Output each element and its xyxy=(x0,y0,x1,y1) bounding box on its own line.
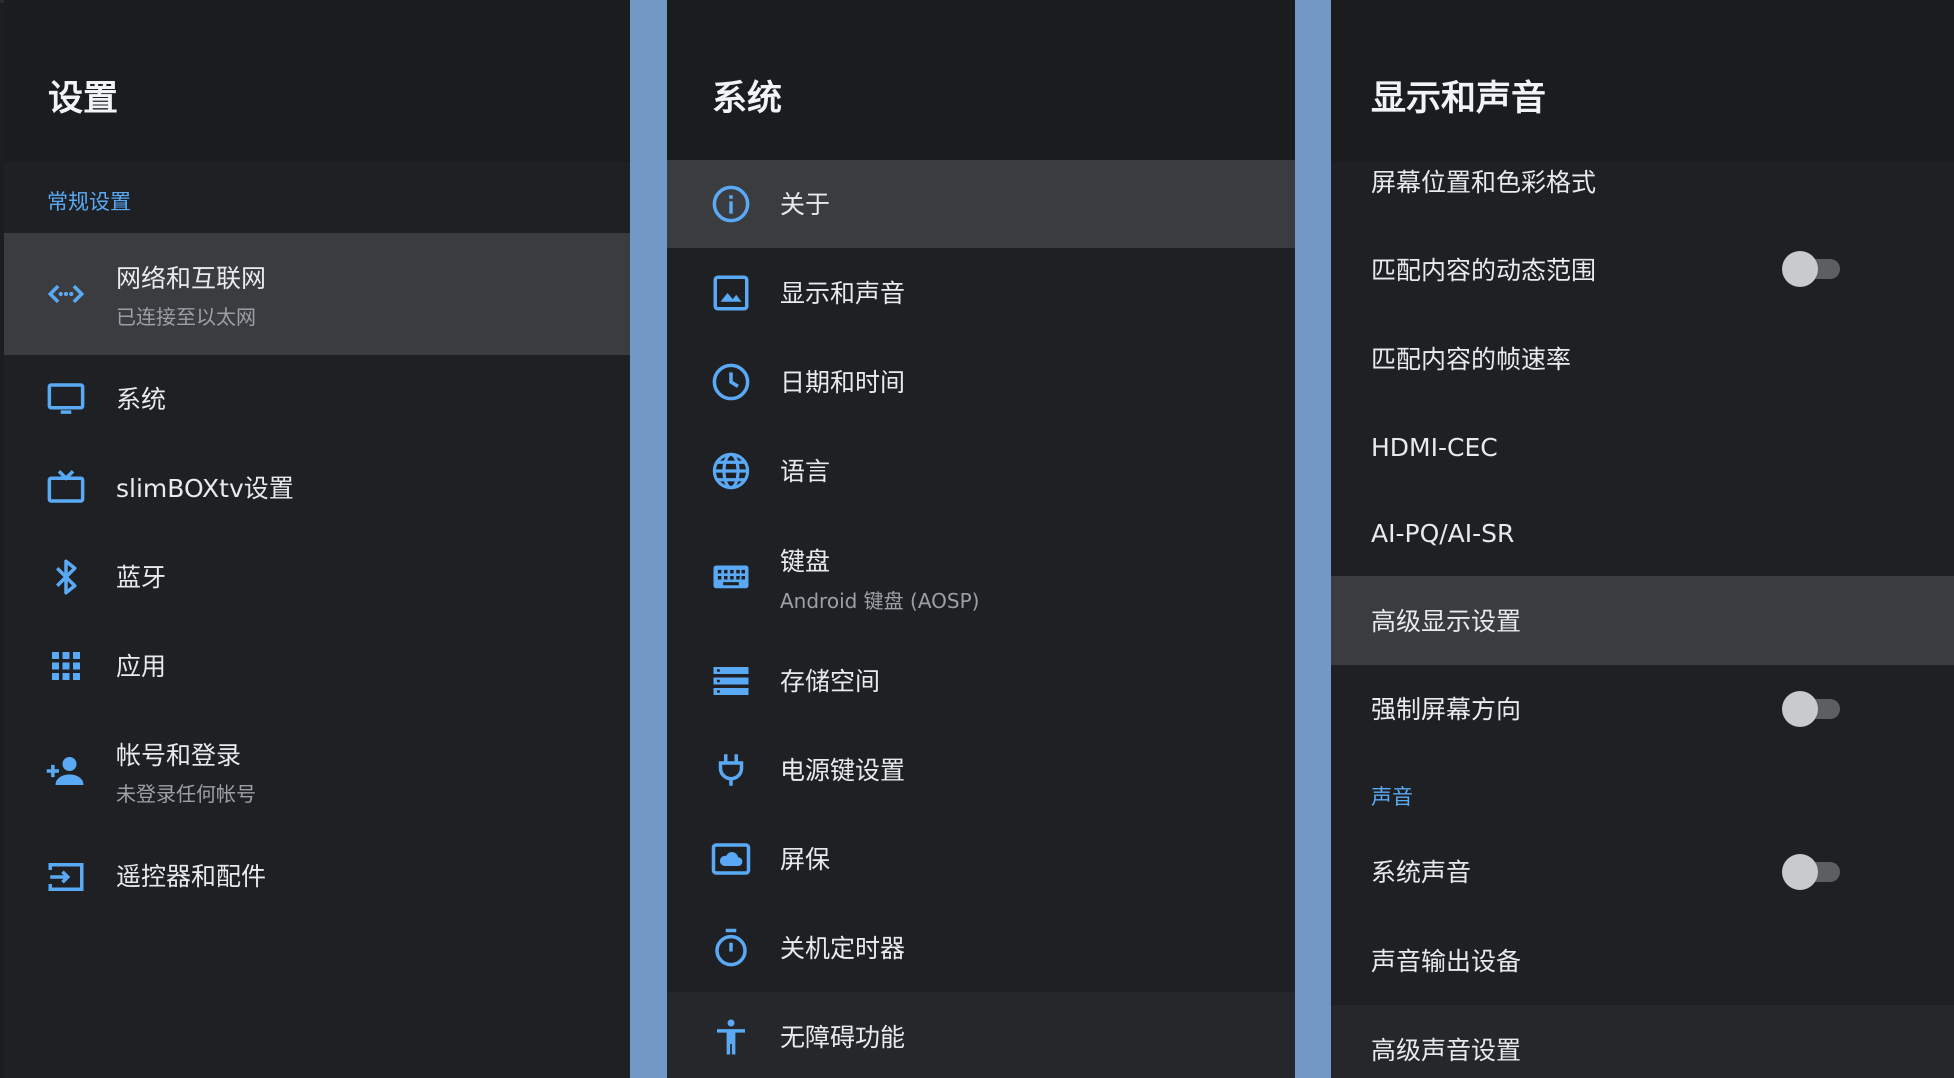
system-item-label: 存储空间 xyxy=(780,667,881,696)
system-item-label: 无障碍功能 xyxy=(780,1023,906,1052)
display-sound-panel: 显示和声音 屏幕位置和色彩格式 匹配内容的动态范围 匹配内容的帧速率 HDMI-… xyxy=(1331,0,1954,1078)
display-item-hdmi-cec[interactable]: HDMI-CEC xyxy=(1331,402,1954,490)
bluetooth-icon xyxy=(45,556,87,598)
system-item-power-button[interactable]: 电源键设置 xyxy=(667,725,1295,814)
display-item-label: 匹配内容的动态范围 xyxy=(1371,256,1597,285)
display-item-screen-position[interactable]: 屏幕位置和色彩格式 xyxy=(1331,162,1954,216)
add-person-icon xyxy=(45,750,87,792)
system-item-storage[interactable]: 存储空间 xyxy=(667,637,1295,725)
system-item-date-time[interactable]: 日期和时间 xyxy=(667,337,1295,426)
monitor-icon xyxy=(45,378,87,420)
sound-item-label: 声音输出设备 xyxy=(1371,947,1522,976)
settings-screen: 设置 常规设置 网络和互联网 已连接至以太网 系统 slimBOXtv设置 蓝牙… xyxy=(0,0,1954,1078)
accessibility-icon xyxy=(710,1016,752,1058)
toggle-thumb xyxy=(1782,251,1818,287)
system-item-about[interactable]: 关于 xyxy=(667,160,1295,248)
display-item-ai-pq[interactable]: AI-PQ/AI-SR xyxy=(1331,490,1954,576)
apps-grid-icon xyxy=(45,645,87,687)
system-item-keyboard[interactable]: 键盘 Android 键盘 (AOSP) xyxy=(667,515,1295,637)
page-title: 显示和声音 xyxy=(1371,79,1547,119)
image-icon xyxy=(710,272,752,314)
section-sound: 声音 xyxy=(1371,785,1413,809)
settings-panel: 设置 常规设置 网络和互联网 已连接至以太网 系统 slimBOXtv设置 蓝牙… xyxy=(4,0,630,1078)
sound-item-output-device[interactable]: 声音输出设备 xyxy=(1331,916,1954,1005)
display-item-label: 高级显示设置 xyxy=(1371,607,1522,636)
panel-divider-right xyxy=(1295,0,1331,1078)
settings-item-remotes[interactable]: 遥控器和配件 xyxy=(4,832,630,920)
system-item-language[interactable]: 语言 xyxy=(667,426,1295,515)
force-orientation-toggle[interactable] xyxy=(1782,691,1844,727)
panel-divider-left xyxy=(630,0,667,1078)
settings-item-system[interactable]: 系统 xyxy=(4,355,630,443)
system-sounds-toggle[interactable] xyxy=(1782,854,1844,890)
settings-item-subtitle: 已连接至以太网 xyxy=(116,305,256,329)
toggle-thumb xyxy=(1782,854,1818,890)
sound-item-system-sounds[interactable]: 系统声音 xyxy=(1331,828,1954,916)
system-item-label: 语言 xyxy=(780,457,831,486)
settings-item-label: 遥控器和配件 xyxy=(116,862,267,891)
settings-item-network[interactable]: 网络和互联网 已连接至以太网 xyxy=(4,233,630,355)
system-panel: 系统 关于 显示和声音 日期和时间 语言 键盘 Android 键盘 (AOSP… xyxy=(667,0,1295,1078)
keyboard-icon xyxy=(710,555,752,597)
page-title: 设置 xyxy=(48,79,119,119)
toggle-thumb xyxy=(1782,691,1818,727)
settings-item-label: 帐号和登录 xyxy=(116,741,242,770)
system-header: 系统 xyxy=(667,0,1295,160)
system-item-label: 显示和声音 xyxy=(780,279,906,308)
tv-icon xyxy=(45,466,87,508)
display-item-force-orientation[interactable]: 强制屏幕方向 xyxy=(1331,665,1954,753)
display-item-label: 匹配内容的帧速率 xyxy=(1371,345,1572,374)
input-icon xyxy=(45,856,87,898)
network-icon xyxy=(45,273,87,315)
system-item-label: 关机定时器 xyxy=(780,934,906,963)
settings-item-subtitle: 未登录任何帐号 xyxy=(116,782,256,806)
timer-icon xyxy=(710,927,752,969)
power-plug-icon xyxy=(710,749,752,791)
settings-item-label: 应用 xyxy=(116,652,167,681)
display-item-frame-rate[interactable]: 匹配内容的帧速率 xyxy=(1331,314,1954,402)
system-item-subtitle: Android 键盘 (AOSP) xyxy=(780,589,980,613)
settings-item-apps[interactable]: 应用 xyxy=(4,621,630,710)
storage-icon xyxy=(710,660,752,702)
dynamic-range-toggle[interactable] xyxy=(1782,251,1844,287)
settings-item-slimboxtv[interactable]: slimBOXtv设置 xyxy=(4,443,630,532)
system-item-display-sound[interactable]: 显示和声音 xyxy=(667,248,1295,337)
display-sound-header: 显示和声音 xyxy=(1331,0,1954,162)
screensaver-icon xyxy=(710,838,752,880)
settings-item-label: 蓝牙 xyxy=(116,563,167,592)
display-item-label: 屏幕位置和色彩格式 xyxy=(1371,168,1597,197)
settings-item-label: 网络和互联网 xyxy=(116,264,267,293)
sound-item-label: 高级声音设置 xyxy=(1371,1036,1522,1065)
display-item-dynamic-range[interactable]: 匹配内容的动态范围 xyxy=(1331,226,1954,314)
settings-item-bluetooth[interactable]: 蓝牙 xyxy=(4,532,630,621)
system-item-label: 关于 xyxy=(780,190,831,219)
system-item-label: 电源键设置 xyxy=(780,756,906,785)
info-icon xyxy=(710,183,752,225)
system-item-label: 日期和时间 xyxy=(780,368,906,397)
page-title: 系统 xyxy=(712,79,783,119)
globe-icon xyxy=(710,450,752,492)
system-item-label: 键盘 xyxy=(780,547,831,576)
display-item-label: AI-PQ/AI-SR xyxy=(1371,519,1515,548)
display-item-label: 强制屏幕方向 xyxy=(1371,695,1522,724)
system-item-shutdown-timer[interactable]: 关机定时器 xyxy=(667,903,1295,992)
settings-item-label: 系统 xyxy=(116,385,167,414)
system-item-accessibility[interactable]: 无障碍功能 xyxy=(667,992,1295,1078)
system-item-screensaver[interactable]: 屏保 xyxy=(667,814,1295,903)
system-item-label: 屏保 xyxy=(780,845,831,874)
clock-icon xyxy=(710,361,752,403)
settings-item-label: slimBOXtv设置 xyxy=(116,474,294,503)
sound-item-label: 系统声音 xyxy=(1371,858,1472,887)
settings-item-accounts[interactable]: 帐号和登录 未登录任何帐号 xyxy=(4,710,630,832)
section-general-settings: 常规设置 xyxy=(47,190,131,214)
display-item-label: HDMI-CEC xyxy=(1371,433,1498,462)
sound-item-advanced-sound[interactable]: 高级声音设置 xyxy=(1331,1005,1954,1078)
settings-header: 设置 xyxy=(4,0,630,162)
display-item-advanced-display[interactable]: 高级显示设置 xyxy=(1331,576,1954,665)
